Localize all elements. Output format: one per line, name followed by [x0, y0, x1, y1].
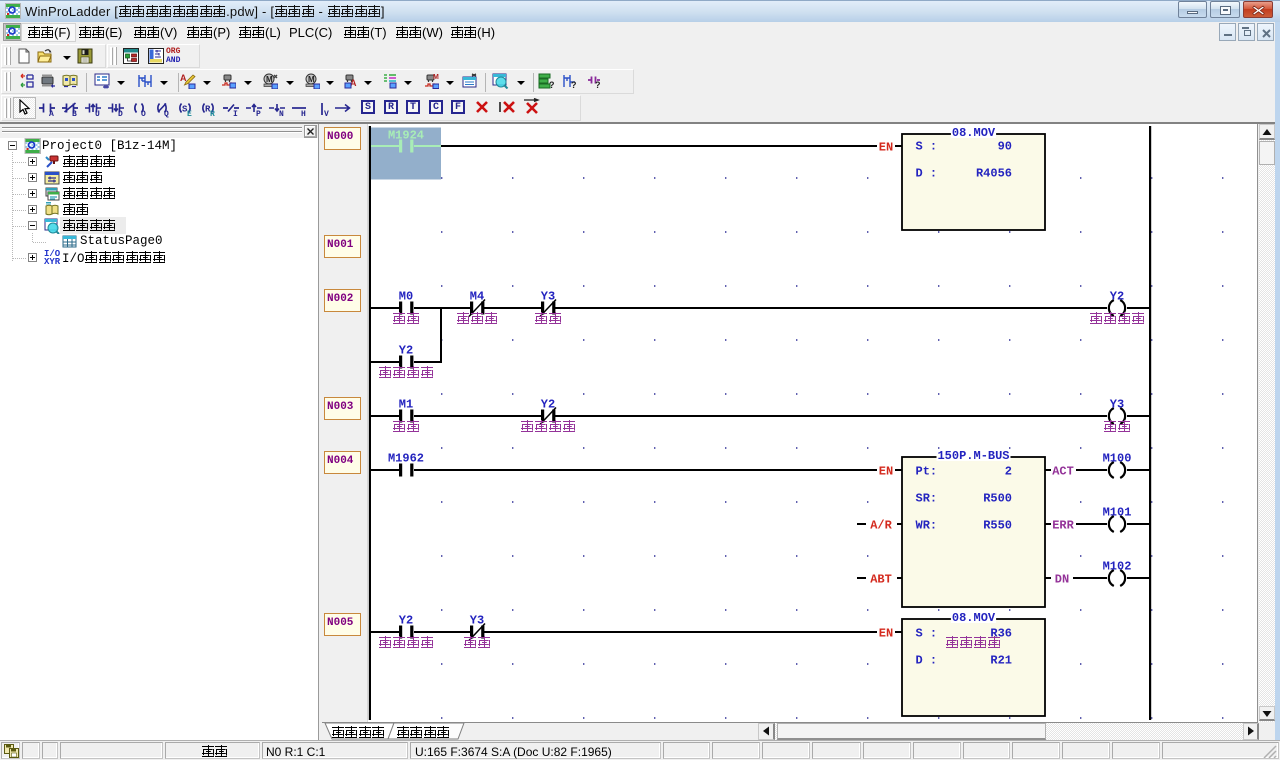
- svg-text:N002: N002: [327, 293, 353, 305]
- svg-text:ABT: ABT: [870, 573, 892, 587]
- svg-text:R4056: R4056: [976, 167, 1012, 181]
- svg-text:EN: EN: [879, 627, 893, 641]
- svg-text:ACT: ACT: [1052, 465, 1074, 479]
- svg-text:?: ?: [571, 80, 577, 89]
- svg-text:?: ?: [549, 80, 554, 89]
- svg-text:WR:: WR:: [916, 519, 938, 533]
- svg-text:Y3: Y3: [470, 614, 484, 628]
- svg-text:M100: M100: [1103, 452, 1132, 466]
- svg-text:ERR: ERR: [1052, 519, 1074, 533]
- svg-text:Y3: Y3: [1110, 398, 1124, 412]
- svg-text:08.MOV: 08.MOV: [952, 126, 996, 140]
- svg-text:150P.M-BUS: 150P.M-BUS: [937, 449, 1009, 463]
- svg-text:N005: N005: [327, 617, 354, 629]
- svg-text:Y3: Y3: [541, 290, 555, 304]
- svg-text:?: ?: [595, 80, 601, 89]
- svg-text:N003: N003: [327, 401, 354, 413]
- svg-text:R550: R550: [983, 519, 1012, 533]
- svg-text:M4: M4: [470, 290, 484, 304]
- svg-text:M101: M101: [1103, 506, 1132, 520]
- svg-text:S :: S :: [916, 627, 938, 641]
- svg-text:SR:: SR:: [916, 492, 938, 506]
- svg-text:DN: DN: [1055, 573, 1069, 587]
- svg-text:D :: D :: [916, 654, 938, 668]
- svg-text:Pt:: Pt:: [916, 465, 938, 479]
- svg-text:M102: M102: [1103, 560, 1132, 574]
- svg-text:M: M: [308, 75, 315, 84]
- svg-text:N000: N000: [327, 131, 353, 143]
- svg-text:90: 90: [998, 140, 1012, 154]
- svg-text:Y2: Y2: [1110, 290, 1124, 304]
- svg-text:Y2: Y2: [399, 614, 413, 628]
- svg-text:EN: EN: [879, 141, 893, 155]
- svg-text:Y2: Y2: [541, 398, 555, 412]
- svg-text:N004: N004: [327, 455, 354, 467]
- svg-text:08.MOV: 08.MOV: [952, 611, 996, 625]
- svg-text:M0: M0: [399, 290, 413, 304]
- svg-text:M1962: M1962: [388, 452, 424, 466]
- svg-text:Y2: Y2: [399, 344, 413, 358]
- svg-text:M1: M1: [399, 398, 413, 412]
- svg-text:M1924: M1924: [388, 129, 424, 143]
- svg-text:2: 2: [1005, 465, 1012, 479]
- svg-text:R21: R21: [990, 654, 1012, 668]
- svg-text:D :: D :: [916, 167, 938, 181]
- svg-text:M: M: [266, 75, 273, 84]
- svg-text:M: M: [433, 74, 439, 81]
- svg-text:S :: S :: [916, 140, 938, 154]
- svg-text:EN: EN: [879, 465, 893, 479]
- svg-text:A/R: A/R: [870, 519, 892, 533]
- svg-text:R500: R500: [983, 492, 1012, 506]
- svg-text:N001: N001: [327, 239, 354, 251]
